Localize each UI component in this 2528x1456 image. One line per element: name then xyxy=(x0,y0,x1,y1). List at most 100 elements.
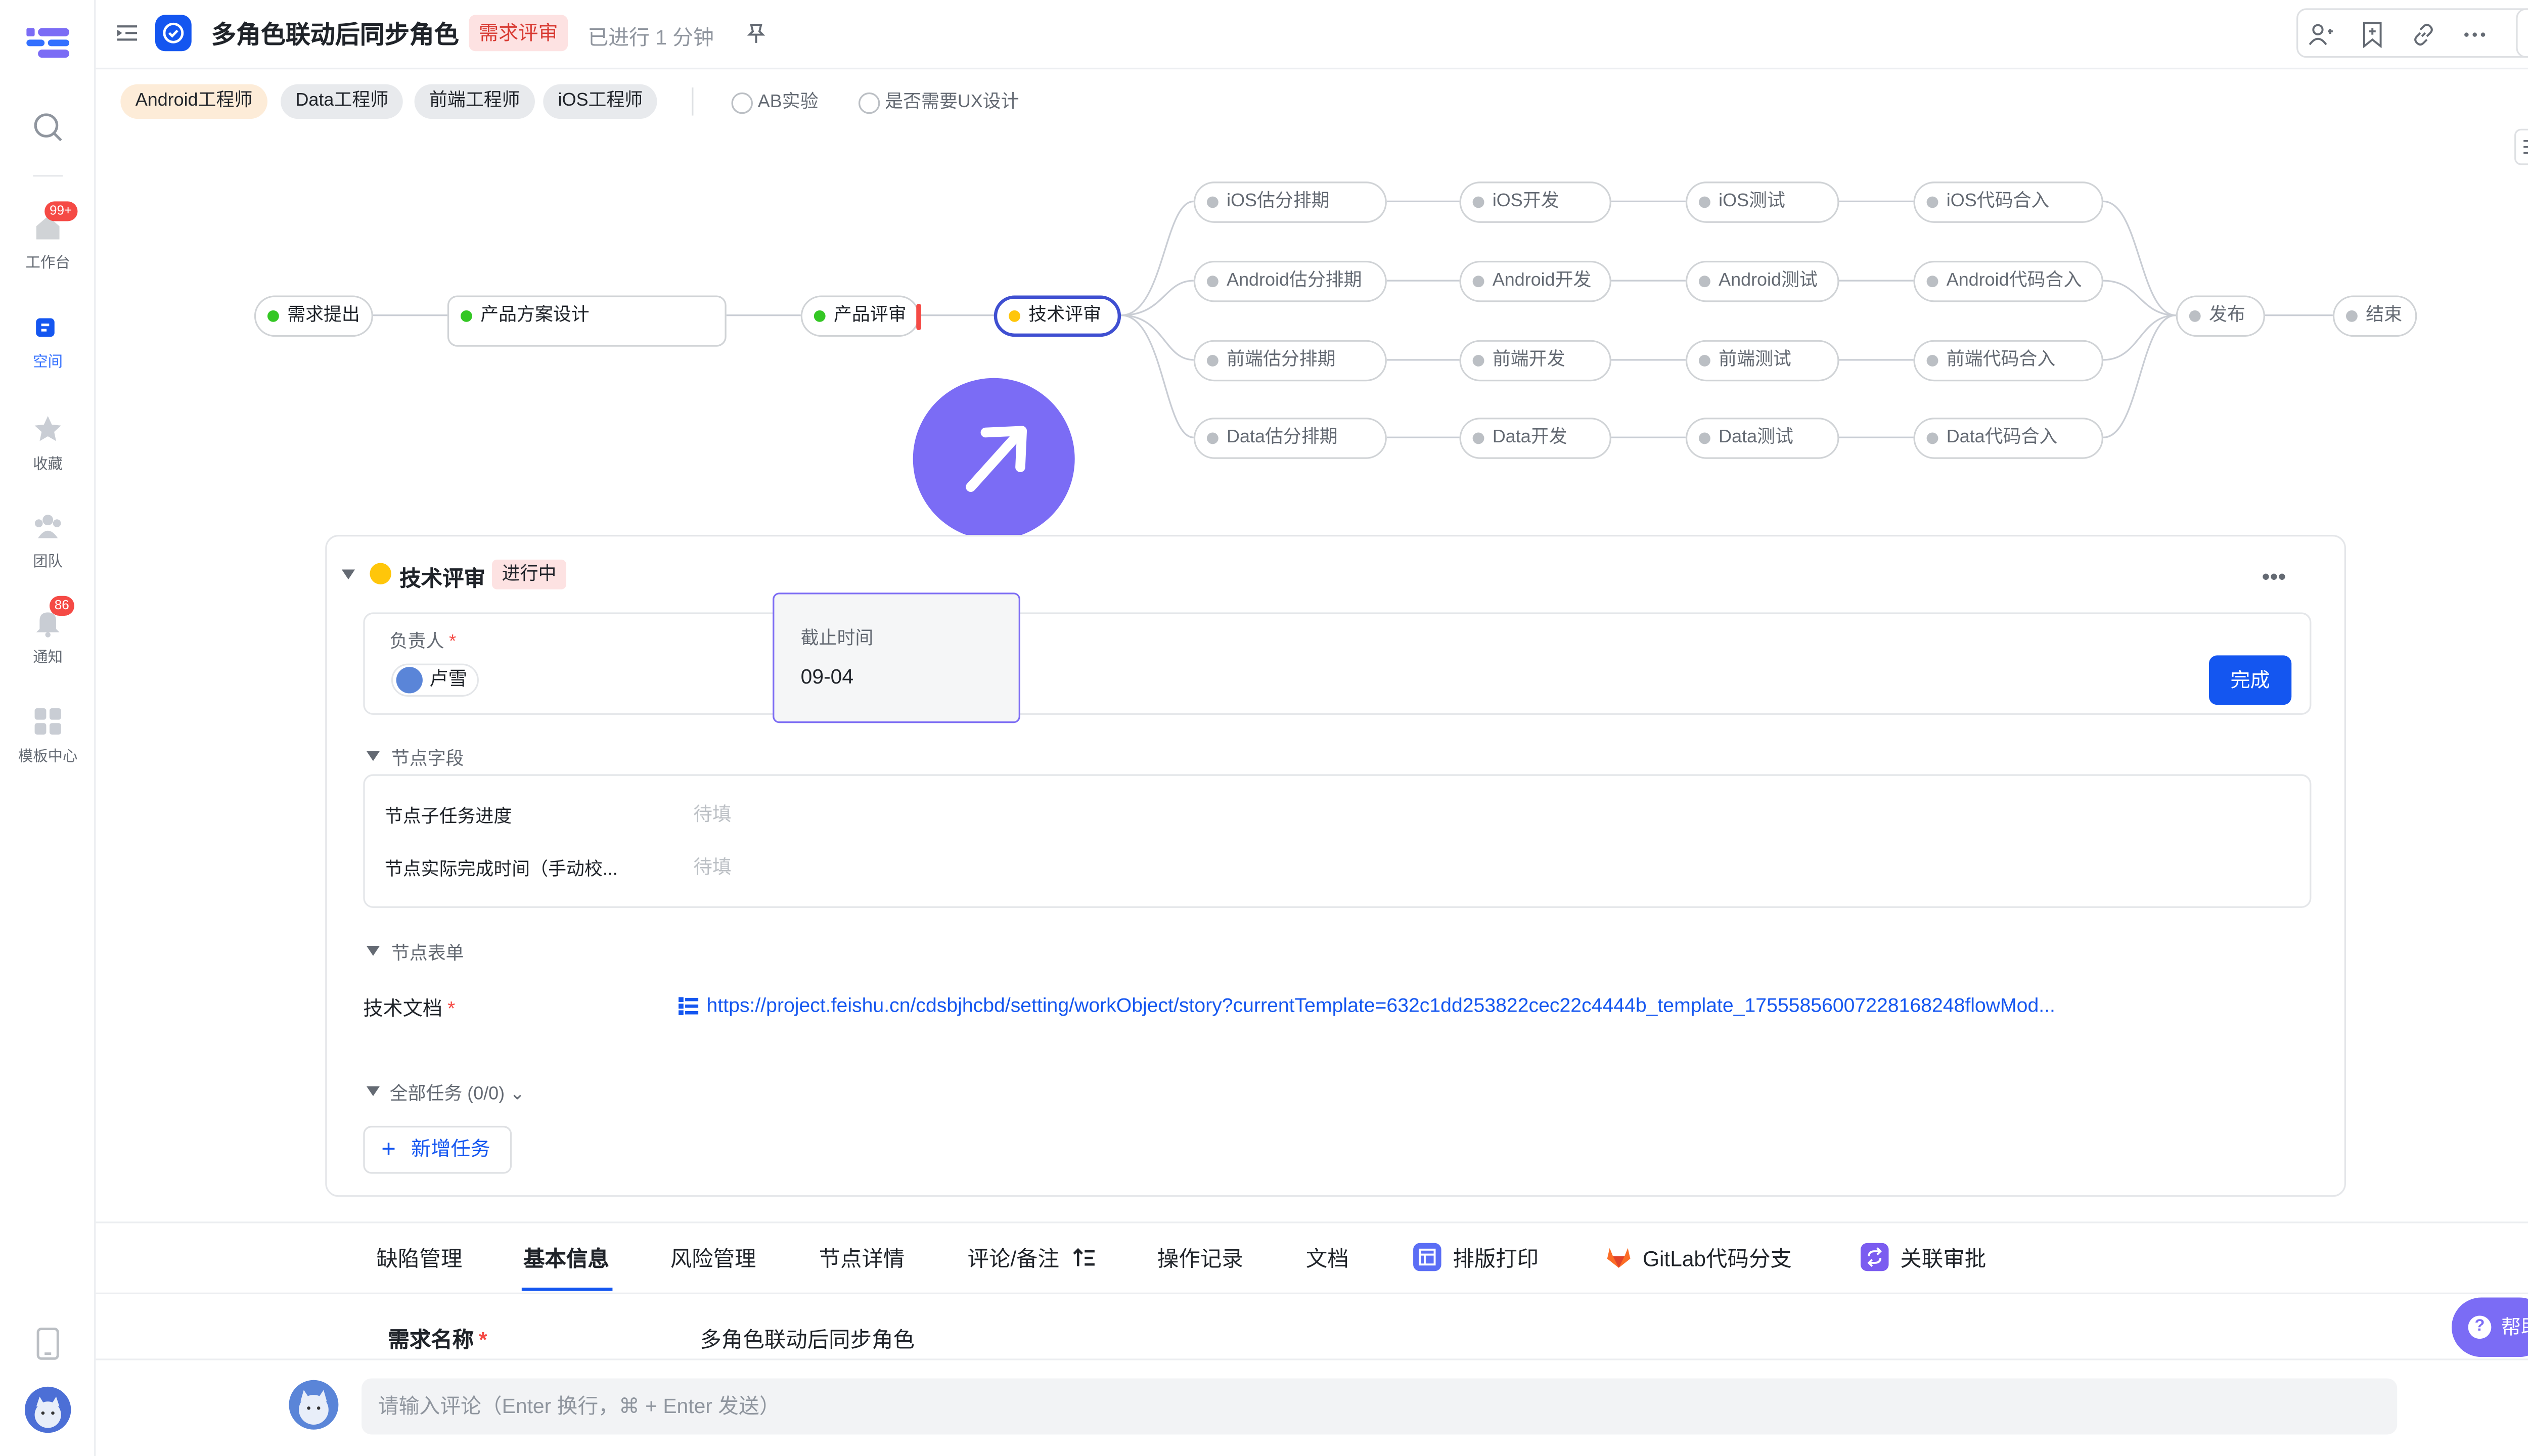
sort-icon[interactable] xyxy=(1073,1246,1096,1269)
status-dot xyxy=(1206,432,1218,444)
tech-doc-link[interactable]: https://project.feishu.cn/cdsbjhcbd/sett… xyxy=(679,994,2307,1017)
list-icon xyxy=(679,997,699,1016)
tab-risk[interactable]: 风险管理 xyxy=(670,1242,756,1273)
all-tasks-toggle[interactable]: 全部任务 (0/0) ⌄ xyxy=(367,1080,525,1106)
field-value-input[interactable]: 待填 xyxy=(693,853,731,880)
tab-docs[interactable]: 文档 xyxy=(1306,1242,1349,1273)
mobile-icon[interactable] xyxy=(35,1327,61,1360)
owner-chip[interactable]: 卢雪 xyxy=(391,663,479,697)
deadline-value: 09-04 xyxy=(800,665,854,689)
status-dot xyxy=(1926,276,1938,288)
deadline-field[interactable]: 截止时间 09-04 xyxy=(773,593,1020,723)
user-avatar[interactable] xyxy=(24,1386,71,1433)
flow-node-android-estimate[interactable]: Android估分排期 xyxy=(1193,260,1387,302)
node-title: 技术评审 xyxy=(399,566,486,591)
flow-node-android-merge[interactable]: Android代码合入 xyxy=(1913,260,2103,302)
complete-button[interactable]: 完成 xyxy=(2208,655,2292,705)
tab-gitlab-branch[interactable]: GitLab代码分支 xyxy=(1643,1242,1792,1273)
more-icon[interactable] xyxy=(2462,21,2488,48)
flow-node-android-test[interactable]: Android测试 xyxy=(1685,260,1839,302)
flow-node-data-dev[interactable]: Data开发 xyxy=(1459,418,1611,459)
members-icon[interactable] xyxy=(2308,21,2334,48)
status-badge[interactable]: 需求评审 xyxy=(469,15,568,52)
field-value-input[interactable]: 待填 xyxy=(693,801,731,827)
tab-print-layout[interactable]: 排版打印 xyxy=(1453,1242,1539,1273)
role-tag-android[interactable]: Android工程师 xyxy=(120,84,267,119)
nav-item-templates[interactable]: 模板中心 xyxy=(0,705,96,766)
node-more-icon[interactable]: ••• xyxy=(2262,563,2286,589)
flow-node-requirement[interactable]: 需求提出 xyxy=(254,295,373,337)
node-label: 前端开发 xyxy=(1492,350,1565,370)
node-label: Data代码合入 xyxy=(1946,427,2058,447)
nav-item-favorites[interactable]: 收藏 xyxy=(0,413,96,474)
collapse-sidebar-icon[interactable] xyxy=(116,21,139,44)
flow-node-data-test[interactable]: Data测试 xyxy=(1685,418,1839,459)
team-icon xyxy=(34,515,61,538)
header-actions xyxy=(2296,8,2528,58)
node-label: 需求提出 xyxy=(287,305,360,326)
flow-node-data-estimate[interactable]: Data估分排期 xyxy=(1193,418,1387,459)
tab-node-details[interactable]: 节点详情 xyxy=(819,1242,905,1273)
node-label: 产品方案设计 xyxy=(480,305,590,326)
node-label: 结束 xyxy=(2366,305,2403,326)
collapse-caret-icon[interactable] xyxy=(341,569,355,580)
tab-related-approvals[interactable]: 关联审批 xyxy=(1900,1242,1986,1273)
flow-node-frontend-merge[interactable]: 前端代码合入 xyxy=(1913,340,2103,382)
node-label: Android开发 xyxy=(1492,270,1592,291)
nav-label: 团队 xyxy=(33,553,63,570)
status-dot xyxy=(461,310,472,322)
close-button[interactable] xyxy=(2516,8,2528,58)
tab-activity-log[interactable]: 操作记录 xyxy=(1157,1242,1243,1273)
flow-node-product-review[interactable]: 产品评审 xyxy=(800,295,922,337)
deadline-label: 截止时间 xyxy=(800,629,874,649)
flow-node-product-design[interactable]: 产品方案设计 xyxy=(447,295,727,347)
status-dot xyxy=(1206,276,1218,288)
role-tag-frontend[interactable]: 前端工程师 xyxy=(414,84,535,119)
tabs-bottom-border xyxy=(96,1292,2528,1294)
flow-node-ios-test[interactable]: iOS测试 xyxy=(1685,181,1839,223)
flow-node-android-dev[interactable]: Android开发 xyxy=(1459,260,1611,302)
ux-design-checkbox[interactable]: 是否需要UX设计 xyxy=(858,91,1019,114)
flow-node-ios-dev[interactable]: iOS开发 xyxy=(1459,181,1611,223)
flow-node-release[interactable]: 发布 xyxy=(2176,295,2265,337)
status-dot xyxy=(1698,196,1710,208)
ab-test-checkbox[interactable]: AB实验 xyxy=(731,91,819,114)
role-tag-data[interactable]: Data工程师 xyxy=(281,84,403,119)
flow-node-frontend-estimate[interactable]: 前端估分排期 xyxy=(1193,340,1387,382)
tab-defects[interactable]: 缺陷管理 xyxy=(376,1242,462,1273)
tab-comments[interactable]: 评论/备注 xyxy=(967,1242,1059,1273)
status-dot xyxy=(1698,355,1710,367)
flow-node-tech-review[interactable]: 技术评审 xyxy=(994,295,1121,337)
nav-label: 收藏 xyxy=(33,456,63,472)
requirement-name-value[interactable]: 多角色联动后同步角色 xyxy=(700,1323,915,1354)
comment-input[interactable] xyxy=(362,1378,2398,1435)
view-settings-button[interactable] xyxy=(2514,128,2528,165)
flow-node-frontend-dev[interactable]: 前端开发 xyxy=(1459,340,1611,382)
status-dot xyxy=(1009,310,1020,322)
nav-item-notifications[interactable]: 通知 xyxy=(0,606,96,667)
elapsed-time: 已进行 1 分钟 xyxy=(588,26,714,50)
fields-section-title: 节点字段 xyxy=(391,749,464,769)
warning-edge xyxy=(916,303,922,331)
gitlab-icon xyxy=(1607,1248,1631,1268)
nav-item-team[interactable]: 团队 xyxy=(0,510,96,571)
link-icon[interactable] xyxy=(2410,21,2436,48)
pin-icon[interactable] xyxy=(745,21,768,44)
add-task-button[interactable]: + 新增任务 xyxy=(363,1125,512,1174)
nav-item-space[interactable]: 空间 xyxy=(0,317,96,372)
app-logo-icon[interactable] xyxy=(26,23,70,60)
status-dot xyxy=(1926,196,1938,208)
flow-node-end[interactable]: 结束 xyxy=(2332,295,2417,337)
role-tag-ios[interactable]: iOS工程师 xyxy=(543,84,658,119)
nav-divider xyxy=(33,175,63,177)
nav-item-workbench[interactable]: 工作台 xyxy=(0,211,96,272)
help-button[interactable]: ?帮助 xyxy=(2451,1297,2528,1357)
form-section-title: 节点表单 xyxy=(391,944,464,964)
flow-node-data-merge[interactable]: Data代码合入 xyxy=(1913,418,2103,459)
flow-node-frontend-test[interactable]: 前端测试 xyxy=(1685,340,1839,382)
flow-node-ios-merge[interactable]: iOS代码合入 xyxy=(1913,181,2103,223)
search-icon[interactable] xyxy=(31,111,64,144)
bookmark-icon[interactable] xyxy=(2359,21,2385,48)
tab-basic-info[interactable]: 基本信息 xyxy=(523,1242,609,1273)
flow-node-ios-estimate[interactable]: iOS估分排期 xyxy=(1193,181,1387,223)
